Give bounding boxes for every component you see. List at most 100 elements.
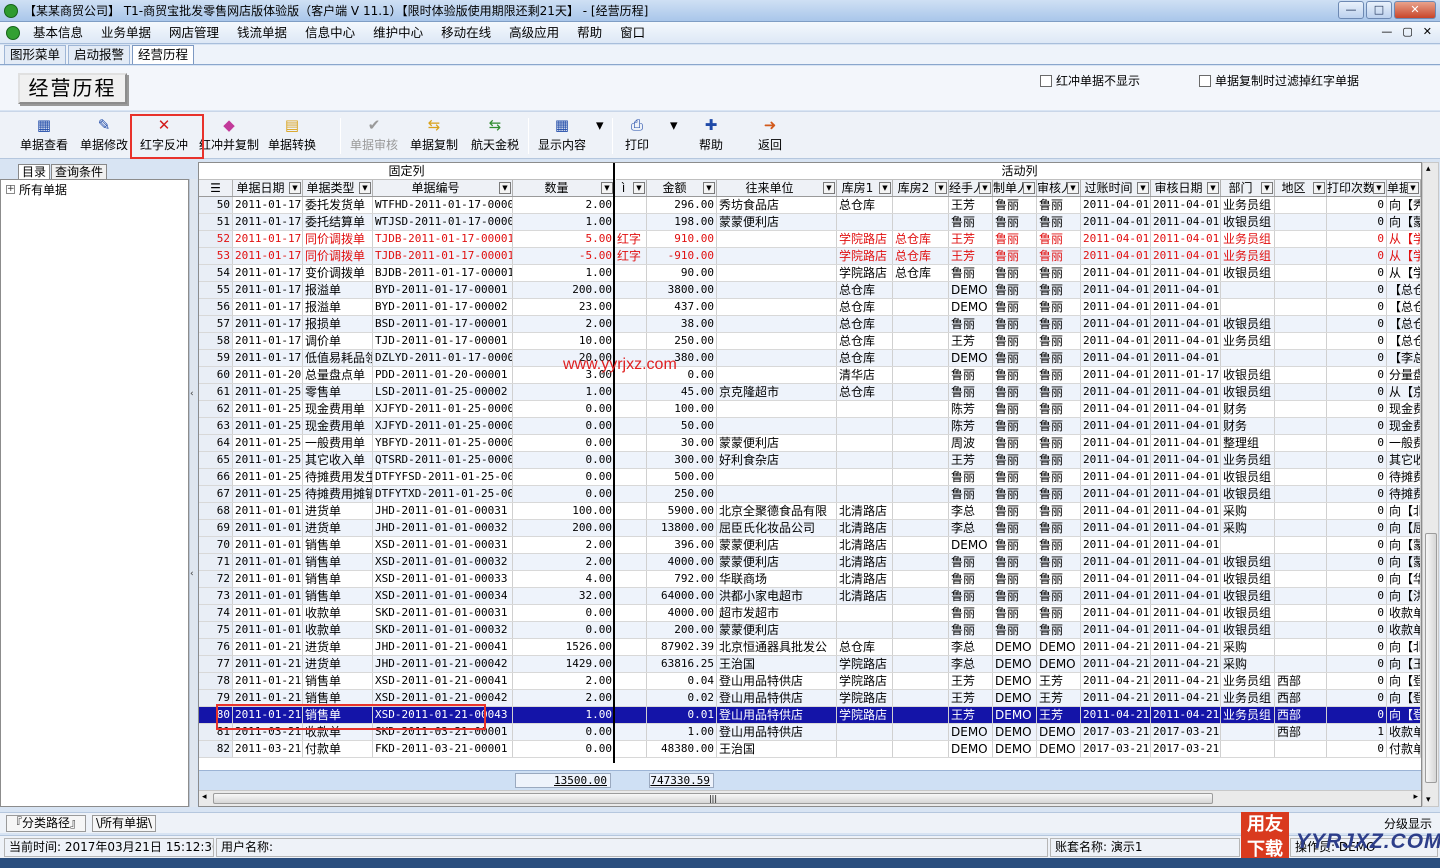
table-cell[interactable]: 0 [1327,231,1387,247]
filter-red-on-copy-checkbox[interactable]: 单据复制时过滤掉红字单据 [1199,72,1359,89]
table-cell[interactable] [837,214,893,230]
table-cell[interactable] [717,282,837,298]
table-cell[interactable]: 蒙蒙便利店 [717,622,837,638]
table-row[interactable]: 52 2011-01-17 同价调拨单 TJDB-2011-01-17-00001 5.… [199,231,1421,248]
row-number[interactable]: 65 [199,452,233,468]
table-cell[interactable]: 2011-04-01 [1081,282,1151,298]
table-cell[interactable]: 2011-04-01 [1151,401,1221,417]
table-row[interactable]: 76 2011-01-21 进货单 JHD-2011-01-21-00041 1526.… [199,639,1421,656]
table-cell[interactable]: 采购 [1221,656,1275,672]
column-header[interactable]: 审核日期 ▼ [1151,180,1221,196]
table-cell[interactable]: 现金费用单 [303,418,373,434]
table-cell[interactable]: 2011-04-01 [1081,265,1151,281]
table-cell[interactable]: 好利食杂店 [717,452,837,468]
column-filter-dropdown-icon[interactable]: ▼ [979,182,991,194]
table-cell[interactable] [893,520,949,536]
table-cell[interactable]: 财务 [1221,418,1275,434]
column-header[interactable]: 打印次数 ▼ [1327,180,1387,196]
table-cell[interactable]: TJD-2011-01-17-00001 [373,333,513,349]
table-cell[interactable]: 【总仓 [1387,299,1421,315]
table-cell[interactable]: 零售单 [303,384,373,400]
table-cell[interactable] [717,486,837,502]
table-cell[interactable]: WTFHD-2011-01-17-00001 [373,197,513,213]
table-cell[interactable] [893,605,949,621]
table-cell[interactable]: 鲁丽 [1037,384,1081,400]
table-cell[interactable] [717,350,837,366]
table-cell[interactable]: 收银员组 [1221,622,1275,638]
column-header[interactable]: 部门 ▼ [1221,180,1275,196]
table-cell[interactable] [893,503,949,519]
table-cell[interactable]: 业务员组 [1221,197,1275,213]
table-row[interactable]: 56 2011-01-17 报溢单 BYD-2011-01-17-00002 23.00… [199,299,1421,316]
horizontal-scrollbar[interactable]: ◂ ||| ▸ [199,790,1421,806]
table-cell[interactable]: 西部 [1275,724,1327,740]
table-cell[interactable]: DEMO [949,282,993,298]
column-header[interactable]: 制单人 ▼ [993,180,1037,196]
table-cell[interactable]: 2011-04-01 [1081,384,1151,400]
table-cell[interactable]: 2011-04-01 [1151,486,1221,502]
table-cell[interactable]: JHD-2011-01-21-00041 [373,639,513,655]
row-number[interactable]: 53 [199,248,233,264]
table-cell[interactable]: 0 [1327,401,1387,417]
table-cell[interactable]: DEMO [949,724,993,740]
copy-document-button[interactable]: ⇆ 单据复制 [410,114,458,158]
column-filter-dropdown-icon[interactable]: ▼ [499,182,511,194]
table-cell[interactable]: 屈臣氏化妆品公司 [717,520,837,536]
table-cell[interactable]: 2011-04-01 [1151,622,1221,638]
column-filter-dropdown-icon[interactable]: ▼ [1373,182,1385,194]
table-cell[interactable] [615,333,647,349]
table-cell[interactable]: 2011-01-01 [233,622,303,638]
table-cell[interactable]: 2011-04-01 [1151,248,1221,264]
table-cell[interactable]: DEMO [949,741,993,757]
table-row[interactable]: 68 2011-01-01 进货单 JHD-2011-01-01-00031 100.0… [199,503,1421,520]
table-cell[interactable]: 西部 [1275,673,1327,689]
convert-document-button[interactable]: ▤ 单据转换 [268,114,316,158]
row-number[interactable]: 82 [199,741,233,757]
table-cell[interactable]: 报溢单 [303,299,373,315]
table-cell[interactable]: 2011-01-21 [233,656,303,672]
table-cell[interactable]: 销售单 [303,673,373,689]
table-cell[interactable]: 从【京 [1387,384,1421,400]
table-cell[interactable]: 23.00 [513,299,615,315]
table-cell[interactable]: 王治国 [717,741,837,757]
table-cell[interactable] [1275,469,1327,485]
table-cell[interactable]: 向【屈 [1387,520,1421,536]
table-cell[interactable]: DEMO [1037,741,1081,757]
table-cell[interactable]: -910.00 [647,248,717,264]
table-row[interactable]: 71 2011-01-01 销售单 XSD-2011-01-01-00032 2.00 4… [199,554,1421,571]
table-cell[interactable]: 2011-04-01 [1151,520,1221,536]
table-cell[interactable]: 鲁丽 [949,316,993,332]
table-row[interactable]: 66 2011-01-25 待摊费用发生 DTFYFSD-2011-01-25-000… [199,469,1421,486]
table-cell[interactable]: 收款单 [303,605,373,621]
table-cell[interactable]: 2011-01-20 [233,367,303,383]
table-cell[interactable]: 鲁丽 [993,622,1037,638]
table-cell[interactable] [1275,656,1327,672]
table-cell[interactable]: 0 [1327,503,1387,519]
table-cell[interactable]: 现金费 [1387,401,1421,417]
table-cell[interactable]: 0 [1327,316,1387,332]
table-cell[interactable] [615,622,647,638]
table-cell[interactable]: 鲁丽 [1037,520,1081,536]
column-filter-dropdown-icon[interactable]: ▼ [633,182,645,194]
table-cell[interactable] [893,588,949,604]
table-cell[interactable]: 从【学 [1387,265,1421,281]
table-cell[interactable] [1221,741,1275,757]
table-cell[interactable]: 进货单 [303,503,373,519]
tab-directory[interactable]: 目录 [18,164,51,180]
table-cell[interactable]: 进货单 [303,520,373,536]
table-cell[interactable]: 2011-04-01 [1151,316,1221,332]
table-cell[interactable]: 收款单 [1387,622,1421,638]
table-cell[interactable]: 0 [1327,520,1387,536]
table-cell[interactable]: 0 [1327,384,1387,400]
column-filter-dropdown-icon[interactable]: ▼ [703,182,715,194]
table-cell[interactable]: 2011-01-17 [233,265,303,281]
table-cell[interactable]: 2011-01-25 [233,401,303,417]
table-cell[interactable]: 清华店 [837,367,893,383]
table-cell[interactable]: 2011-04-01 [1081,622,1151,638]
table-cell[interactable] [893,537,949,553]
table-cell[interactable]: PDD-2011-01-20-00001 [373,367,513,383]
table-cell[interactable]: 【总仓 [1387,333,1421,349]
row-number[interactable]: 52 [199,231,233,247]
table-cell[interactable] [837,622,893,638]
table-cell[interactable]: 2011-04-01 [1151,299,1221,315]
